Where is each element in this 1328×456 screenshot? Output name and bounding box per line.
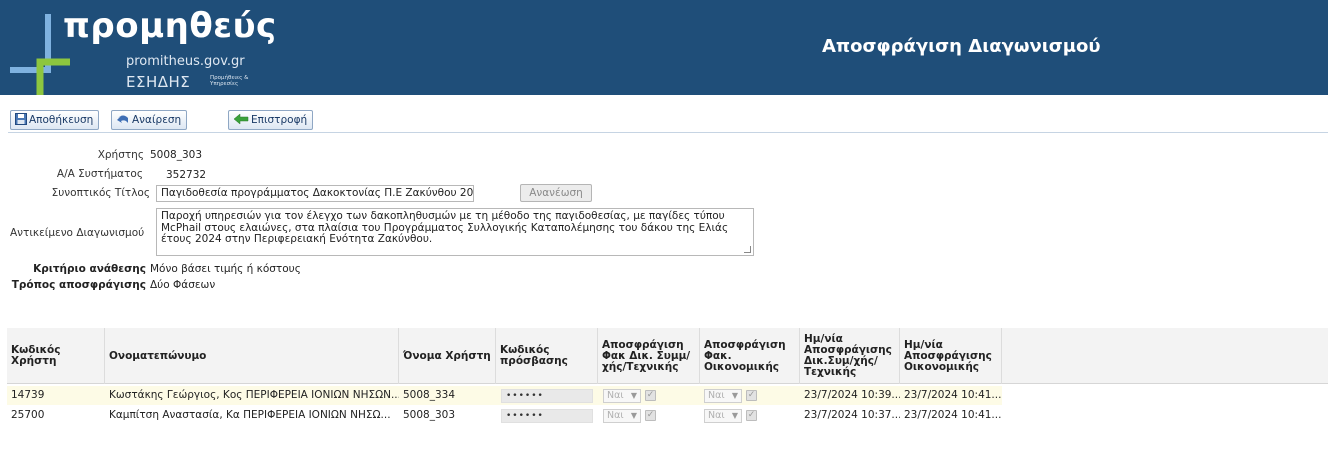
save-icon xyxy=(15,113,27,125)
toolbar-divider xyxy=(8,132,1328,133)
undo-label: Αναίρεση xyxy=(132,114,182,126)
arrow-left-icon xyxy=(233,113,249,125)
save-label: Αποθήκευση xyxy=(29,114,94,126)
table-row[interactable]: 14739 Κωστάκης Γεώργιος, Κος ΠΕΡΙΦΕΡΕΙΑ … xyxy=(7,386,1002,405)
subject-text: Παροχή υπηρεσιών για τον έλεγχο των δακο… xyxy=(161,210,729,245)
cell-fin-date: 23/7/2024 10:41... xyxy=(904,409,1002,421)
chevron-down-icon: ▼ xyxy=(731,411,738,420)
table-row[interactable]: 25700 Καμπίτση Αναστασία, Κα ΠΕΡΙΦΕΡΕΙΑ … xyxy=(7,406,1002,425)
col-header-fin-date[interactable]: Ημ/νία Αποσφράγισης Οικονομικής xyxy=(900,328,1002,384)
logo-org-sub: Προμήθειες & Υπηρεσίες xyxy=(210,75,249,87)
cell-tech-date: 23/7/2024 10:39... xyxy=(804,389,900,401)
password-field[interactable]: •••••• xyxy=(501,389,593,403)
cell-user-code: 14739 xyxy=(11,389,45,401)
subject-textarea[interactable]: Παροχή υπηρεσιών για τον έλεγχο των δακο… xyxy=(156,208,754,256)
undo-button[interactable]: Αναίρεση xyxy=(111,110,188,130)
award-criterion-label: Κριτήριο ανάθεσης xyxy=(33,263,146,275)
tech-unseal-select[interactable]: Ναι ▼ xyxy=(603,389,641,403)
fin-unseal-value: Ναι xyxy=(708,410,725,421)
header-banner: προμηθεύς promitheus.gov.gr ΕΣΗΔΗΣ Προμή… xyxy=(0,0,1328,95)
unsealing-mode-value: Δύο Φάσεων xyxy=(150,279,216,291)
cell-fin-date: 23/7/2024 10:41... xyxy=(904,389,1002,401)
resize-grip-icon[interactable] xyxy=(744,246,751,253)
tech-unseal-checkbox[interactable]: ✓ xyxy=(645,410,656,421)
page-title: Αποσφράγιση Διαγωνισμού xyxy=(822,36,1101,57)
subject-label: Αντικείμενο Διαγωνισμού xyxy=(10,227,145,239)
logo-org: ΕΣΗΔΗΣ xyxy=(126,73,191,91)
system-no-label: Α/Α Συστήματος xyxy=(56,168,143,180)
award-criterion-value: Μόνο βάσει τιμής ή κόστους xyxy=(150,263,301,275)
cell-full-name: Καμπίτση Αναστασία, Κα ΠΕΡΙΦΕΡΕΙΑ ΙΟΝΙΩΝ… xyxy=(109,409,391,421)
chevron-down-icon: ▼ xyxy=(731,391,738,400)
cell-username: 5008_334 xyxy=(403,389,456,401)
cell-username: 5008_303 xyxy=(403,409,456,421)
back-label: Επιστροφή xyxy=(251,114,308,126)
col-header-password[interactable]: Κωδικός πρόσβασης xyxy=(496,328,598,384)
col-header-user-code[interactable]: Κωδικός Χρήστη xyxy=(7,328,105,384)
toolbar: Αποθήκευση Αναίρεση Επιστροφή xyxy=(0,95,1328,135)
refresh-button[interactable]: Ανανέωση xyxy=(520,184,592,202)
tech-unseal-select[interactable]: Ναι ▼ xyxy=(603,409,641,423)
logo-domain: promitheus.gov.gr xyxy=(126,54,245,69)
save-button[interactable]: Αποθήκευση xyxy=(10,110,100,130)
system-no-value: 352732 xyxy=(166,169,207,181)
tech-unseal-value: Ναι xyxy=(607,390,624,401)
cell-user-code: 25700 xyxy=(11,409,45,421)
undo-icon xyxy=(117,115,128,123)
fin-unseal-checkbox[interactable]: ✓ xyxy=(746,410,757,421)
col-header-full-name[interactable]: Ονοματεπώνυμο xyxy=(105,328,399,384)
unsealing-mode-label: Τρόπος αποσφράγισης xyxy=(11,279,146,291)
col-header-fin-unseal[interactable]: Αποσφράγιση Φακ. Οικονομικής xyxy=(700,328,800,384)
fin-unseal-checkbox[interactable]: ✓ xyxy=(746,390,757,401)
fin-unseal-select[interactable]: Ναι ▼ xyxy=(704,389,742,403)
user-label: Χρήστης xyxy=(97,149,144,161)
fin-unseal-select[interactable]: Ναι ▼ xyxy=(704,409,742,423)
cell-tech-date: 23/7/2024 10:37... xyxy=(804,409,900,421)
chevron-down-icon: ▼ xyxy=(630,411,637,420)
logo-wordmark: προμηθεύς xyxy=(63,6,277,46)
col-header-username[interactable]: Όνομα Χρήστη xyxy=(399,328,496,384)
tech-unseal-checkbox[interactable]: ✓ xyxy=(645,390,656,401)
col-header-tech-unseal[interactable]: Αποσφράγιση Φακ Δικ. Συμμ/ χής/Τεχνικής xyxy=(598,328,700,384)
user-value: 5008_303 xyxy=(150,149,203,161)
promitheus-logo: προμηθεύς promitheus.gov.gr ΕΣΗΔΗΣ Προμή… xyxy=(0,0,300,95)
fin-unseal-value: Ναι xyxy=(708,390,725,401)
chevron-down-icon: ▼ xyxy=(630,391,637,400)
tech-unseal-value: Ναι xyxy=(607,410,624,421)
back-button[interactable]: Επιστροφή xyxy=(228,110,314,130)
short-title-label: Συνοπτικός Τίτλος xyxy=(51,187,150,199)
password-field[interactable]: •••••• xyxy=(501,409,593,423)
col-header-tech-date[interactable]: Ημ/νία Αποσφράγισης Δικ.Συμ/χής/ Τεχνική… xyxy=(800,328,900,384)
grid-header: Κωδικός Χρήστη Ονοματεπώνυμο Όνομα Χρήστ… xyxy=(7,328,1328,384)
short-title-input[interactable]: Παγιδοθεσία προγράμματος Δακοκτονίας Π.Ε… xyxy=(156,185,474,202)
cell-full-name: Κωστάκης Γεώργιος, Κος ΠΕΡΙΦΕΡΕΙΑ ΙΟΝΙΩΝ… xyxy=(109,389,399,401)
